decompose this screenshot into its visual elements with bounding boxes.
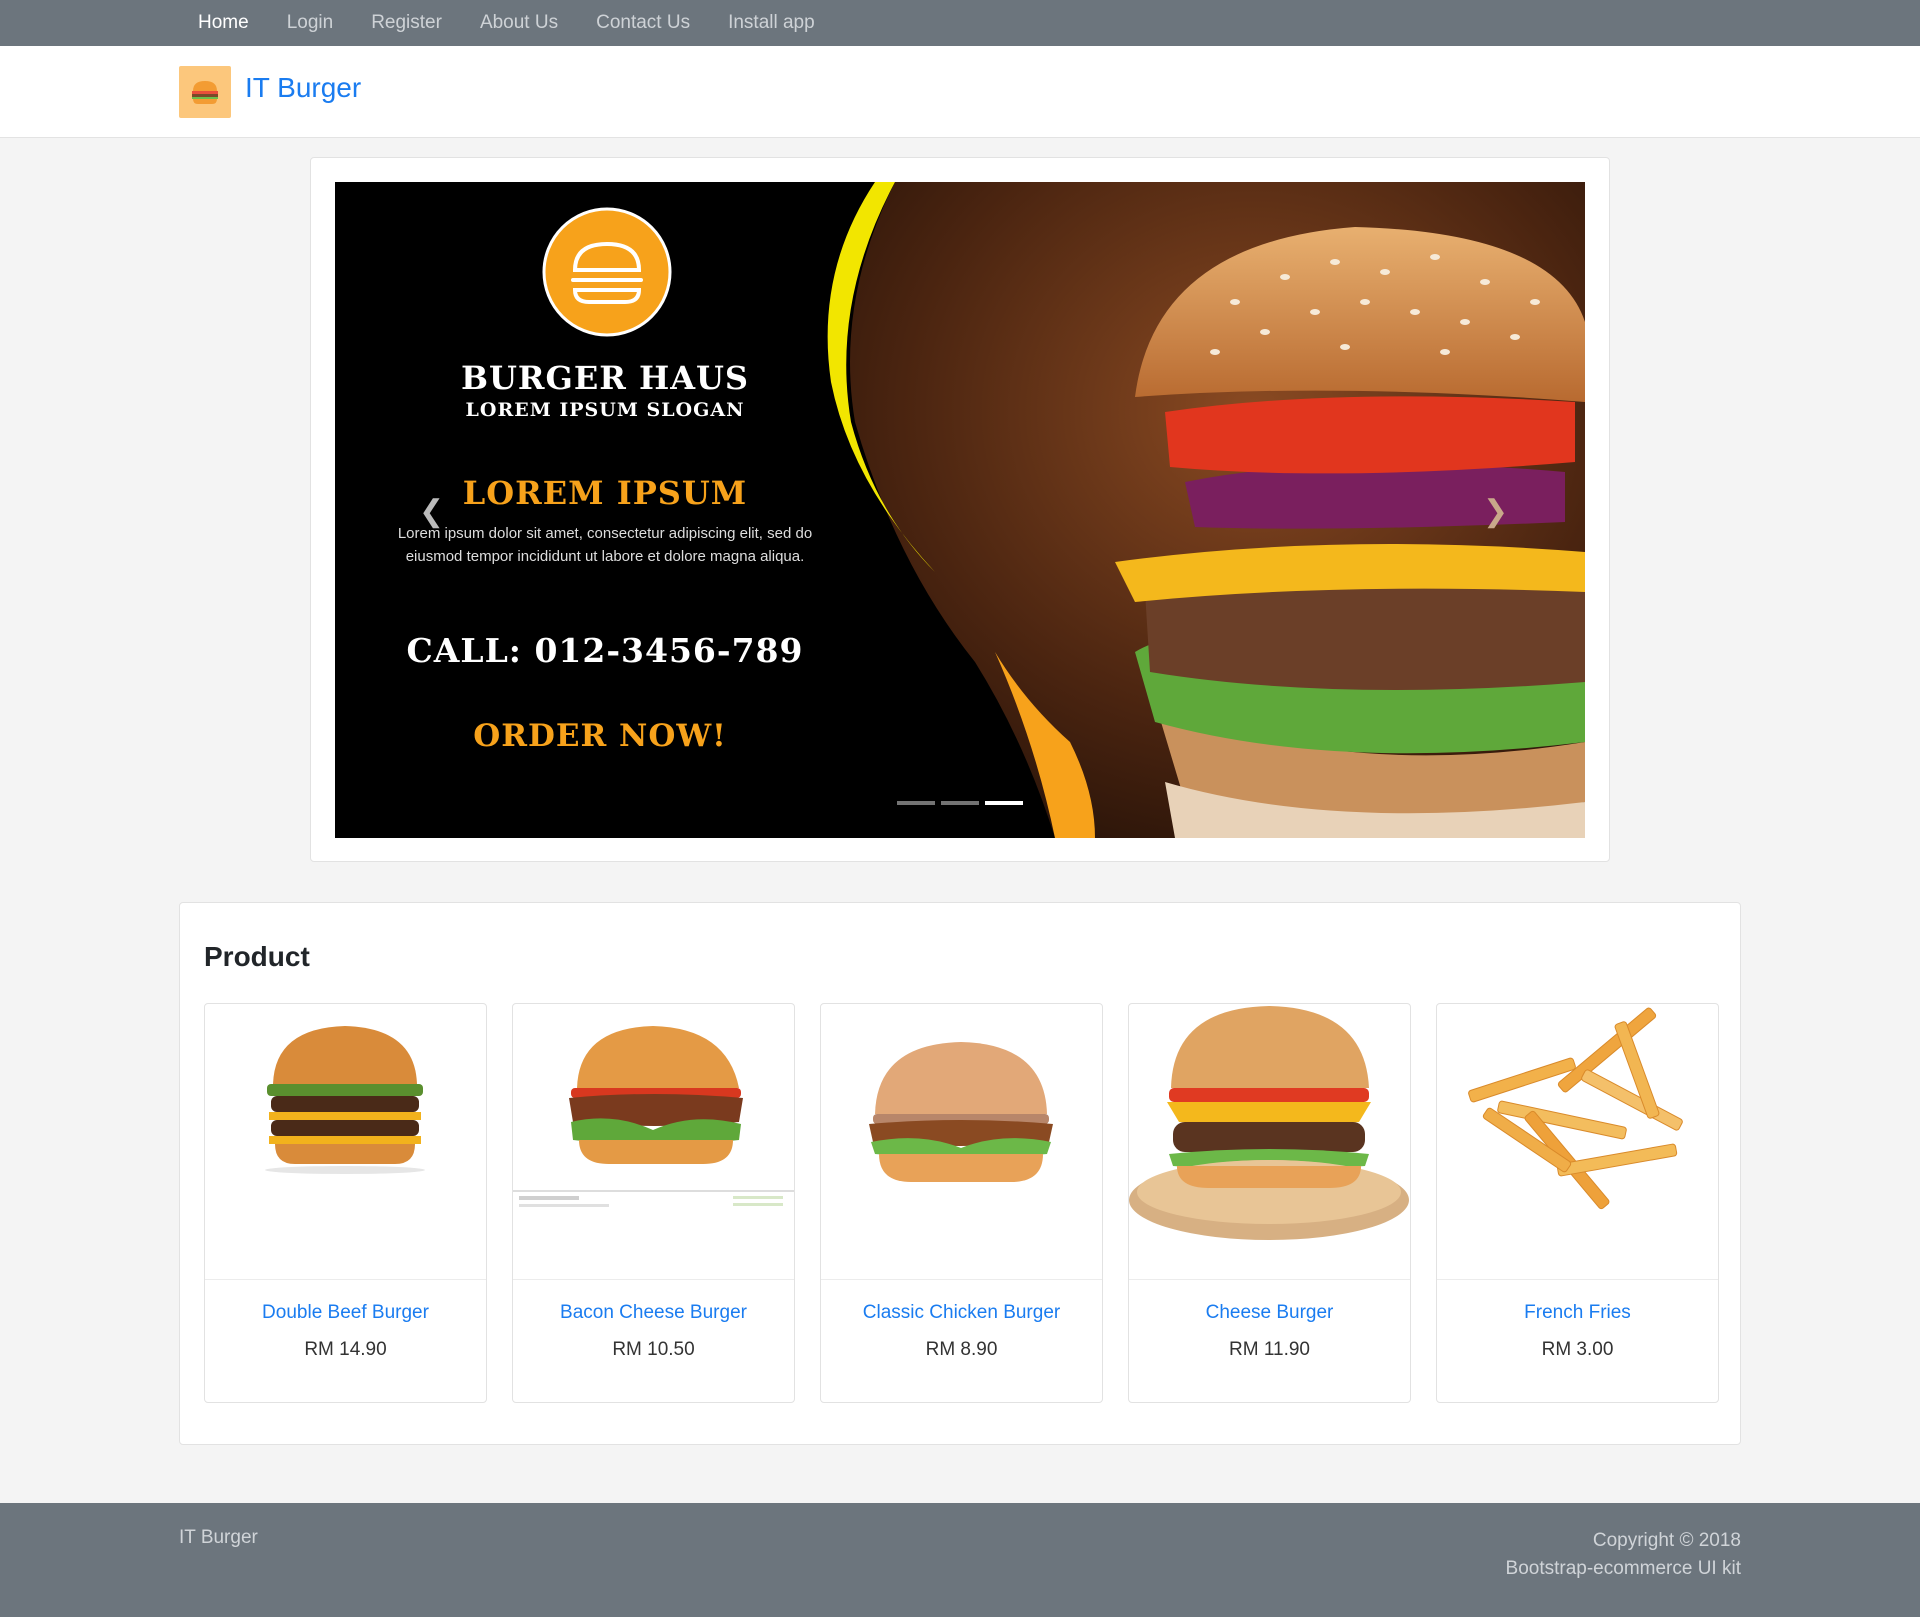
product-card[interactable]: Classic Chicken Burger RM 8.90 xyxy=(820,1003,1103,1403)
product-card[interactable]: Bacon Cheese Burger RM 10.50 xyxy=(512,1003,795,1403)
product-card[interactable]: Cheese Burger RM 11.90 xyxy=(1128,1003,1411,1403)
nav-home-link[interactable]: Home xyxy=(179,0,268,46)
nav-login-link[interactable]: Login xyxy=(268,0,353,46)
banner-title: BURGER HAUS xyxy=(460,359,750,397)
bacon-burger-image xyxy=(513,1026,794,1207)
banner-text: BURGER HAUS LOREM IPSUM SLOGAN LOREM IPS… xyxy=(335,182,875,838)
carousel-prev-button[interactable]: ❮ xyxy=(419,494,444,529)
nav-about-link[interactable]: About Us xyxy=(461,0,577,46)
product-name-link[interactable]: French Fries xyxy=(1437,1302,1718,1324)
footer-kit: Bootstrap-ecommerce UI kit xyxy=(1505,1558,1741,1579)
product-name-link[interactable]: Double Beef Burger xyxy=(205,1302,486,1324)
nav-contact-link[interactable]: Contact Us xyxy=(577,0,709,46)
carousel-indicator-1[interactable] xyxy=(897,801,935,805)
product-image[interactable] xyxy=(513,1004,794,1280)
site-footer: IT Burger Copyright © 2018 Bootstrap-eco… xyxy=(0,1503,1920,1617)
product-card[interactable]: French Fries RM 3.00 xyxy=(1436,1003,1719,1403)
nav-register-link[interactable]: Register xyxy=(352,0,461,46)
product-price: RM 10.50 xyxy=(612,1339,695,1360)
hero-carousel: BURGER HAUS LOREM IPSUM SLOGAN LOREM IPS… xyxy=(310,157,1610,862)
carousel-indicator-3[interactable] xyxy=(985,801,1023,805)
brand-link[interactable]: IT Burger xyxy=(245,72,361,104)
banner-headline: LOREM IPSUM xyxy=(462,474,748,512)
footer-info: Copyright © 2018 Bootstrap-ecommerce UI … xyxy=(1506,1527,1741,1583)
burger-icon xyxy=(192,81,218,104)
product-image[interactable] xyxy=(205,1004,486,1280)
product-section: Product Double Beef Burger RM 14.90 Baco… xyxy=(179,902,1741,1445)
product-heading: Product xyxy=(204,941,310,972)
product-card[interactable]: Double Beef Burger RM 14.90 xyxy=(204,1003,487,1403)
site-header: IT Burger xyxy=(0,46,1920,138)
nav-list: Home Login Register About Us Contact Us … xyxy=(179,0,834,46)
banner-call: CALL: 012-3456-789 xyxy=(406,631,804,670)
cheese-burger-image xyxy=(1129,1006,1409,1240)
product-price: RM 14.90 xyxy=(304,1339,387,1360)
carousel-slide: BURGER HAUS LOREM IPSUM SLOGAN LOREM IPS… xyxy=(335,182,1585,838)
chicken-burger-image xyxy=(869,1042,1053,1182)
carousel-indicators xyxy=(897,801,1029,805)
banner-body: Lorem ipsum dolor sit amet, consectetur … xyxy=(397,525,813,565)
nav-install-app-link[interactable]: Install app xyxy=(709,0,834,46)
banner-slogan: LOREM IPSUM SLOGAN xyxy=(465,399,745,421)
product-price: RM 11.90 xyxy=(1229,1339,1310,1360)
carousel-next-button[interactable]: ❯ xyxy=(1483,494,1508,529)
logo[interactable] xyxy=(179,66,231,118)
carousel-indicator-2[interactable] xyxy=(941,801,979,805)
product-price: RM 8.90 xyxy=(925,1339,998,1360)
product-image[interactable] xyxy=(1129,1004,1410,1280)
product-name-link[interactable]: Bacon Cheese Burger xyxy=(513,1302,794,1324)
footer-brand: IT Burger xyxy=(179,1527,258,1548)
chevron-left-icon: ❮ xyxy=(419,495,445,528)
product-name-link[interactable]: Classic Chicken Burger xyxy=(821,1302,1102,1324)
product-name-link[interactable]: Cheese Burger xyxy=(1129,1302,1410,1324)
fries-image xyxy=(1468,1007,1683,1210)
product-image[interactable] xyxy=(1437,1004,1718,1280)
product-image[interactable] xyxy=(821,1004,1102,1280)
footer-copyright: Copyright © 2018 xyxy=(1592,1530,1741,1551)
top-navbar: Home Login Register About Us Contact Us … xyxy=(0,0,1920,46)
double-burger-image xyxy=(265,1026,425,1174)
product-price: RM 3.00 xyxy=(1541,1339,1614,1360)
chevron-right-icon: ❯ xyxy=(1483,495,1509,528)
banner-order: ORDER NOW! xyxy=(473,718,727,754)
